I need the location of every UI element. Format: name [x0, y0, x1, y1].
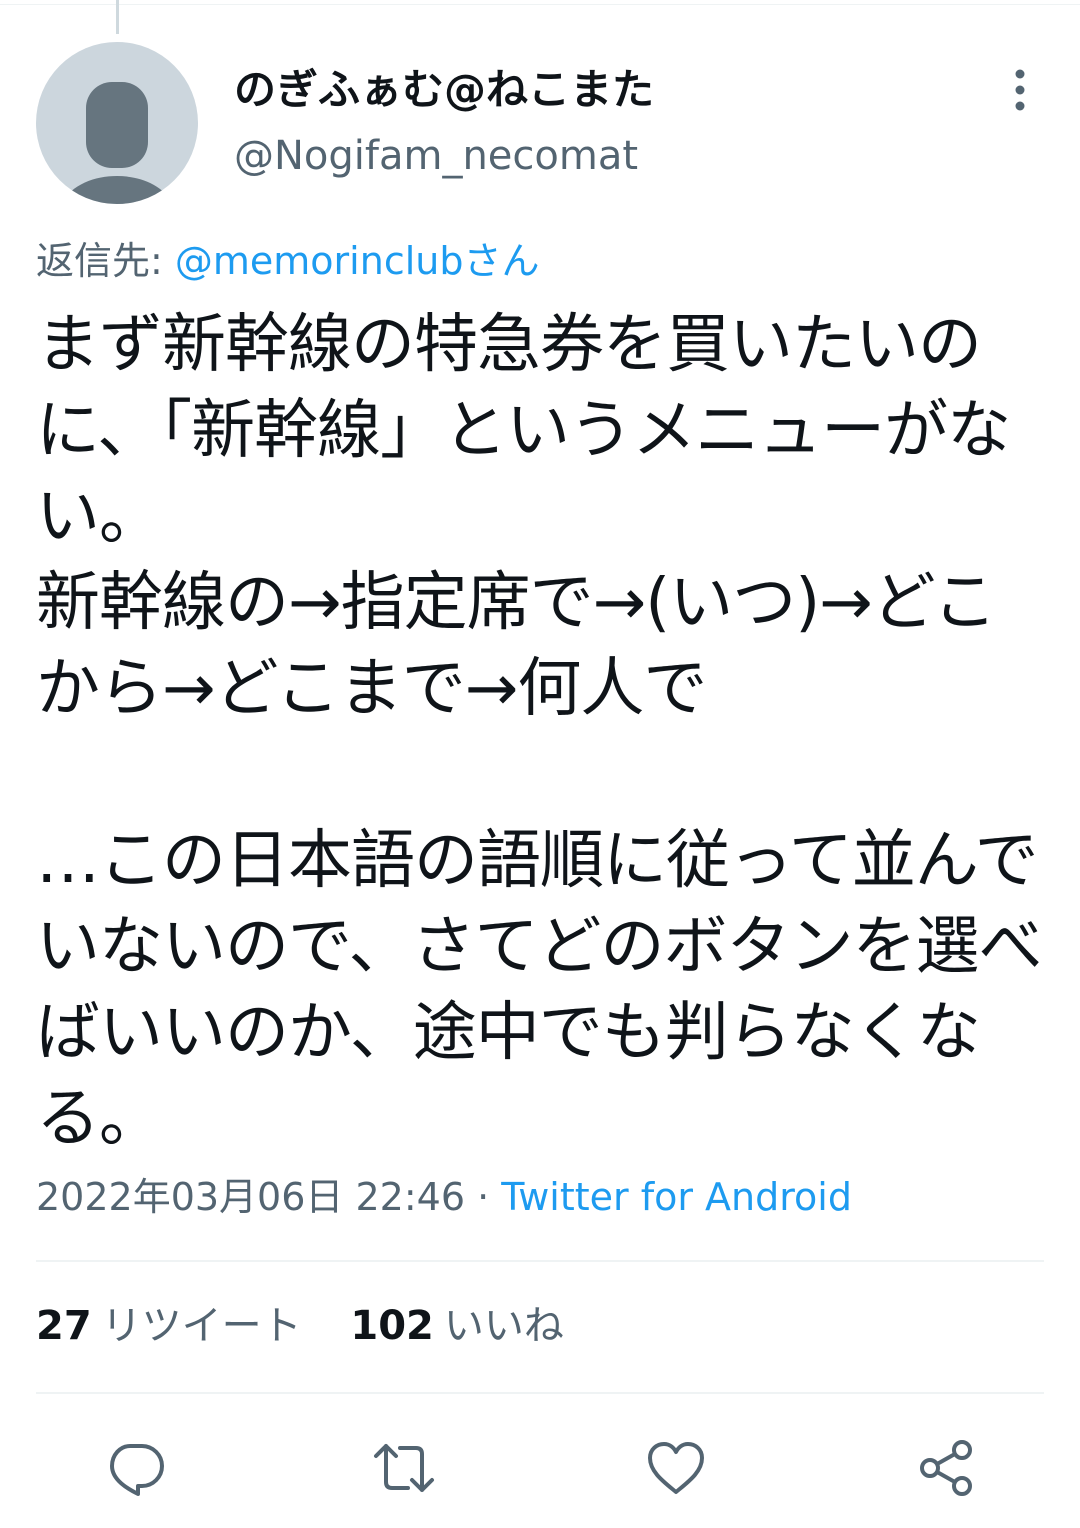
reply-icon — [110, 1444, 164, 1496]
share-button[interactable] — [914, 1436, 978, 1500]
likes-stat[interactable]: 102 いいね — [350, 1298, 564, 1354]
reply-mention-link[interactable]: @memorinclubさん — [175, 239, 540, 283]
reply-prefix: 返信先: — [36, 239, 175, 283]
thread-connector-line — [116, 0, 119, 34]
retweets-label: リツイート — [101, 1303, 302, 1349]
share-icon — [920, 1440, 972, 1496]
meta-separator: · — [465, 1175, 502, 1219]
more-vertical-icon[interactable] — [1000, 64, 1040, 116]
heart-icon — [648, 1442, 704, 1494]
tweet-stats: 27 リツイート 102 いいね — [36, 1298, 600, 1354]
reply-button[interactable] — [104, 1436, 168, 1500]
tweet-meta: 2022年03月06日 22:46 · Twitter for Android — [36, 1170, 852, 1224]
default-profile-icon — [60, 82, 174, 204]
divider — [36, 1392, 1044, 1394]
reply-context: 返信先: @memorinclubさん — [36, 234, 539, 288]
tweet-source-link[interactable]: Twitter for Android — [501, 1175, 852, 1219]
retweet-button[interactable] — [372, 1436, 436, 1500]
tweet-text: まず新幹線の特急券を買いたいのに、「新幹線」というメニューがない。 新幹線の→指… — [36, 308, 1042, 1156]
retweet-icon — [374, 1444, 434, 1492]
likes-count: 102 — [350, 1303, 434, 1349]
likes-label: いいね — [443, 1303, 564, 1349]
tweet-timestamp[interactable]: 2022年03月06日 22:46 — [36, 1175, 465, 1219]
display-name[interactable]: のぎふぁむ@ねこまた — [234, 64, 654, 116]
retweets-stat[interactable]: 27 リツイート — [36, 1298, 302, 1354]
retweets-count: 27 — [36, 1303, 92, 1349]
divider — [36, 1260, 1044, 1262]
avatar[interactable] — [36, 42, 198, 204]
username[interactable]: @Nogifam_necomat — [234, 130, 638, 182]
top-divider — [0, 4, 1080, 5]
like-button[interactable] — [644, 1436, 708, 1500]
